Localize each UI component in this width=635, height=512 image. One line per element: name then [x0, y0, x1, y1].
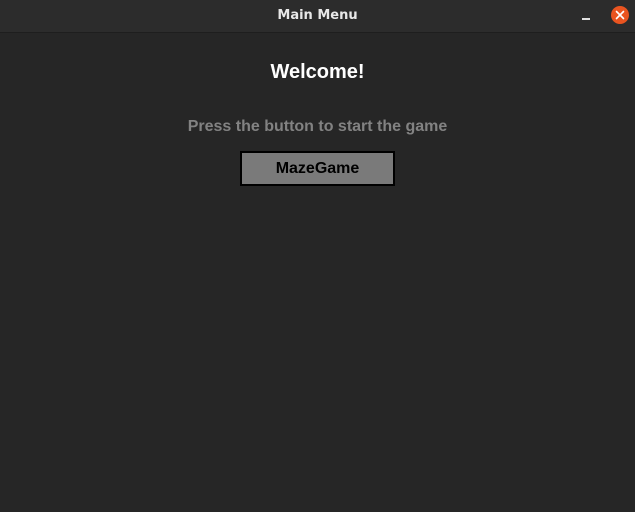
maze-game-button[interactable]: MazeGame — [240, 151, 395, 186]
minimize-button[interactable] — [576, 6, 596, 26]
window-title: Main Menu — [277, 8, 358, 23]
instruction-text: Press the button to start the game — [187, 118, 448, 135]
minimize-icon — [582, 18, 590, 20]
welcome-heading: Welcome! — [270, 61, 365, 83]
title-bar[interactable]: Main Menu — [0, 0, 635, 33]
close-icon — [615, 10, 625, 20]
main-content: Welcome! Press the button to start the g… — [0, 33, 635, 512]
close-button[interactable] — [611, 6, 629, 24]
app-window: Main Menu Welcome! Press the button to s… — [0, 0, 635, 512]
